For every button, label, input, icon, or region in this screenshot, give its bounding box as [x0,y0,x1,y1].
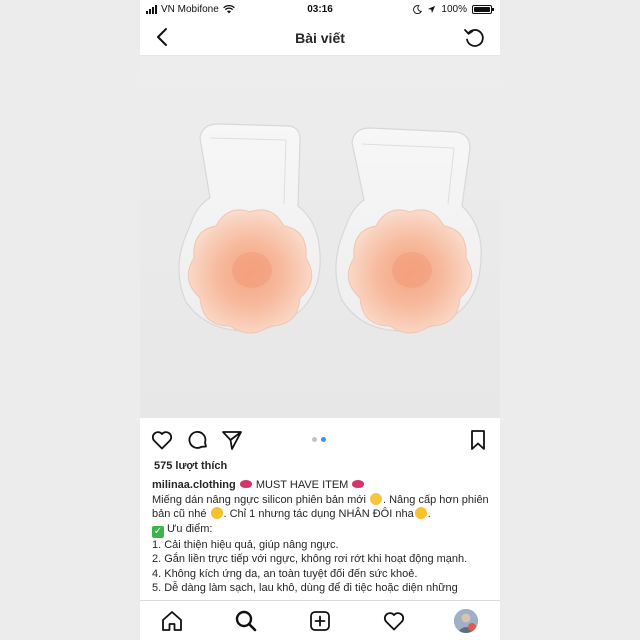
activity-heart-icon[interactable] [382,609,406,633]
caption-head: MUST HAVE ITEM [255,479,349,491]
nav-bar: Bài viết [140,20,500,56]
location-arrow-icon [428,5,436,14]
moon-icon [413,5,423,14]
caption-line: Miếng dán nâng ngực silicon phiên bản mớ… [152,493,366,506]
page-title: Bài viết [295,30,345,46]
home-icon[interactable] [160,609,184,633]
search-icon[interactable] [234,609,258,633]
carousel-indicator [312,437,326,442]
lips-icon [239,480,252,488]
battery-icon [472,5,494,14]
profile-avatar[interactable] [454,609,478,633]
caption-line: . Chỉ 1 nhưng tác dụng NHÂN ĐÔI nha [223,508,414,520]
silicone-pads-photo [178,123,482,334]
post-photo[interactable] [140,56,500,418]
post-caption: milinaa.clothing MUST HAVE ITEM Miếng dá… [152,478,492,596]
list-item: 1. Cải thiện hiệu quả, giúp nâng ngực. [152,538,339,551]
advantages-title: Ưu điểm: [167,522,213,535]
bookmark-icon[interactable] [466,428,490,452]
battery-percent: 100% [441,4,467,15]
lips-icon [352,480,365,488]
avatar-image [454,609,478,633]
carousel-dot [321,437,326,442]
post-username[interactable]: milinaa.clothing [152,479,236,491]
check-mark-icon: ✓ [152,525,164,538]
carousel-dot [312,437,317,442]
list-item: 4. Không kích ứng da, an toàn tuyệt đối … [152,567,418,580]
status-bar: VN Mobifone 03:16 100% [140,0,500,20]
share-icon[interactable] [220,428,244,452]
heart-icon[interactable] [150,428,174,452]
post-actions [140,424,500,454]
list-item: 2. Gắn liền trực tiếp với ngực, không rơ… [152,553,468,565]
heart-eyes-emoji-icon [210,507,223,519]
comment-icon[interactable] [186,428,210,452]
phone-screen: VN Mobifone 03:16 100% Bài viết 575 lượt… [140,0,500,640]
like-count[interactable]: 575 lượt thích [154,460,227,472]
refresh-icon[interactable] [462,26,486,50]
bottom-tab-bar [140,600,500,640]
new-post-icon[interactable] [308,609,332,633]
clapping-hands-icon [370,492,382,505]
heart-eyes-emoji-icon [414,507,427,519]
list-item: 5. Dễ dàng làm sạch, lau khô, dùng để đi… [152,582,458,594]
status-right: 100% [413,4,494,15]
